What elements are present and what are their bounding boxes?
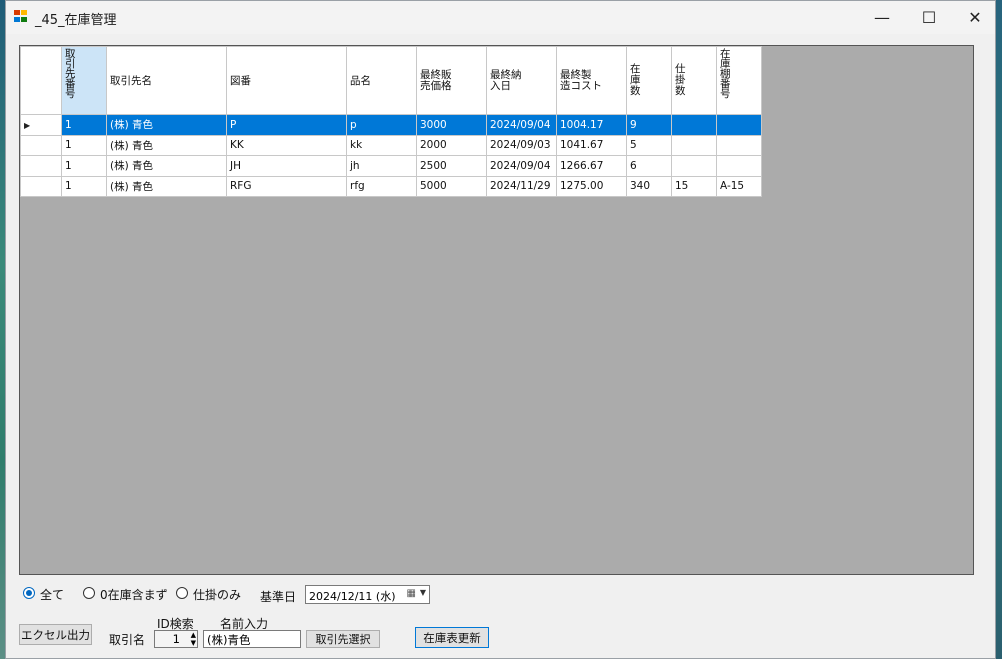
app-icon	[14, 10, 28, 23]
column-header[interactable]: 取引先名	[106, 46, 227, 115]
radio-exclude-zero[interactable]	[83, 587, 95, 599]
table-cell[interactable]: 5000	[416, 175, 487, 197]
date-picker[interactable]: 2024/12/11 (水) ▦ ▼	[305, 585, 430, 604]
table-cell[interactable]: 2500	[416, 155, 487, 177]
table-cell[interactable]: 2024/09/03	[486, 134, 557, 156]
table-cell[interactable]: RFG	[226, 175, 347, 197]
header-row: 取 引 先 番 号 取引先名 図番 品名 最終販 売価格 最終納 入日 最終製 …	[20, 46, 762, 115]
table-cell[interactable]: 1	[61, 175, 107, 197]
column-header[interactable]: 在 庫 棚 番 号	[716, 46, 762, 115]
current-row-icon: ▶	[24, 120, 31, 130]
radio-all[interactable]	[23, 587, 35, 599]
table-cell[interactable]: (株) 青色	[106, 175, 227, 197]
name-input[interactable]: (株)青色	[203, 630, 301, 648]
column-header[interactable]: 取 引 先 番 号	[61, 46, 107, 115]
table-cell[interactable]: 3000	[416, 114, 487, 136]
select-customer-button[interactable]: 取引先選択	[306, 630, 380, 648]
table-cell[interactable]: jh	[346, 155, 417, 177]
table-cell[interactable]: KK	[226, 134, 347, 156]
table-cell[interactable]: 1266.67	[556, 155, 627, 177]
data-grid[interactable]: 取 引 先 番 号 取引先名 図番 品名 最終販 売価格 最終納 入日 最終製 …	[19, 45, 974, 575]
calendar-icon[interactable]: ▦	[407, 588, 416, 599]
table-cell[interactable]: P	[226, 114, 347, 136]
radio-all-label[interactable]: 全て	[40, 586, 64, 603]
chevron-down-icon[interactable]: ▼	[420, 588, 426, 597]
desktop-background-right	[996, 0, 1002, 659]
table-cell[interactable]	[716, 134, 762, 156]
row-header[interactable]	[20, 155, 62, 177]
close-icon[interactable]: ✕	[952, 1, 998, 33]
table-cell[interactable]	[671, 114, 717, 136]
table-cell[interactable]	[671, 134, 717, 156]
table-cell[interactable]	[716, 114, 762, 136]
table-cell[interactable]: 15	[671, 175, 717, 197]
table-cell[interactable]: p	[346, 114, 417, 136]
torihiki-label: 取引名	[109, 633, 146, 647]
table-cell[interactable]: 6	[626, 155, 672, 177]
date-label: 基準日	[260, 590, 297, 604]
minimize-icon[interactable]: —	[859, 1, 905, 33]
column-header[interactable]: 最終製 造コスト	[556, 46, 627, 115]
app-window: _45_在庫管理 — ☐ ✕ 取 引 先 番 号 取引先名 図番 品名 最終販 …	[5, 0, 996, 659]
corner-header[interactable]	[20, 46, 62, 115]
row-header[interactable]: ▶	[20, 114, 62, 136]
table-cell[interactable]: 1	[61, 134, 107, 156]
table-cell[interactable]: 5	[626, 134, 672, 156]
table-cell[interactable]	[716, 155, 762, 177]
radio-wip-only[interactable]	[176, 587, 188, 599]
id-value: 1	[172, 632, 180, 646]
table-cell[interactable]: 2000	[416, 134, 487, 156]
table-cell[interactable]: 340	[626, 175, 672, 197]
table-cell[interactable]: 1	[61, 155, 107, 177]
table-cell[interactable]: 2024/09/04	[486, 155, 557, 177]
table-cell[interactable]: A-15	[716, 175, 762, 197]
column-header[interactable]: 最終納 入日	[486, 46, 557, 115]
column-header[interactable]: 仕 掛 数	[671, 46, 717, 115]
table-cell[interactable]: 1275.00	[556, 175, 627, 197]
table-cell[interactable]: (株) 青色	[106, 134, 227, 156]
radio-exclude-zero-label[interactable]: 0在庫含まず	[100, 586, 168, 603]
title-bar[interactable]: _45_在庫管理 — ☐ ✕	[6, 1, 995, 34]
inventory-table: 取 引 先 番 号 取引先名 図番 品名 最終販 売価格 最終納 入日 最終製 …	[20, 46, 762, 197]
id-spinner[interactable]: 1 ▲ ▼	[154, 630, 198, 648]
table-cell[interactable]: rfg	[346, 175, 417, 197]
table-row[interactable]: 1 (株) 青色 RFG rfg 5000 2024/11/29 1275.00…	[20, 175, 762, 197]
table-row[interactable]: 1 (株) 青色 JH jh 2500 2024/09/04 1266.67 6	[20, 155, 762, 177]
table-cell[interactable]: (株) 青色	[106, 155, 227, 177]
table-cell[interactable]: 1004.17	[556, 114, 627, 136]
excel-export-button[interactable]: エクセル出力	[19, 624, 92, 645]
row-header[interactable]	[20, 175, 62, 197]
table-cell[interactable]: 2024/11/29	[486, 175, 557, 197]
table-cell[interactable]: 2024/09/04	[486, 114, 557, 136]
table-cell[interactable]: JH	[226, 155, 347, 177]
date-value: 2024/12/11 (水)	[309, 590, 396, 603]
table-cell[interactable]: kk	[346, 134, 417, 156]
table-cell[interactable]: 1041.67	[556, 134, 627, 156]
table-cell[interactable]: 9	[626, 114, 672, 136]
column-header[interactable]: 図番	[226, 46, 347, 115]
table-cell[interactable]: (株) 青色	[106, 114, 227, 136]
window-title: _45_在庫管理	[35, 13, 117, 28]
maximize-icon[interactable]: ☐	[906, 1, 952, 33]
column-header[interactable]: 品名	[346, 46, 417, 115]
update-inventory-button[interactable]: 在庫表更新	[415, 627, 489, 648]
table-cell[interactable]	[671, 155, 717, 177]
table-row[interactable]: ▶ 1 (株) 青色 P p 3000 2024/09/04 1004.17 9	[20, 114, 762, 136]
spin-arrows-icon[interactable]: ▲ ▼	[191, 631, 196, 647]
radio-wip-only-label[interactable]: 仕掛のみ	[193, 586, 241, 603]
column-header[interactable]: 最終販 売価格	[416, 46, 487, 115]
table-row[interactable]: 1 (株) 青色 KK kk 2000 2024/09/03 1041.67 5	[20, 134, 762, 156]
table-cell[interactable]: 1	[61, 114, 107, 136]
column-header[interactable]: 在 庫 数	[626, 46, 672, 115]
row-header[interactable]	[20, 134, 62, 156]
